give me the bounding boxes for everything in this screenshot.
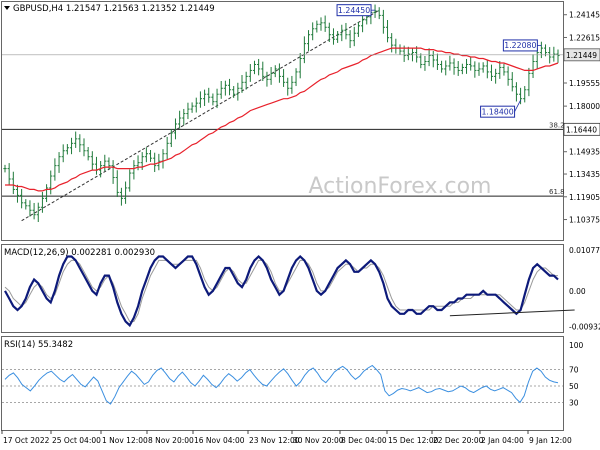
price-y-tick-label: 1.10375 bbox=[569, 216, 600, 225]
watermark: ActionForex.com bbox=[309, 174, 492, 199]
rsi-y-tick-label: 50 bbox=[569, 382, 579, 391]
fib-level-label: 38.2 bbox=[549, 121, 565, 129]
macd-panel: 0.010774 0.00 -0.009328 bbox=[4, 246, 600, 332]
price-annotation: 1.24450 bbox=[338, 6, 370, 15]
x-tick-label: 8 Nov 20:00 bbox=[148, 436, 194, 445]
macd-y-tick-label: 0.00 bbox=[569, 287, 586, 296]
symbol-header: GBPUSD,H4 1.21547 1.21563 1.21352 1.2144… bbox=[13, 4, 215, 14]
rsi-y-tick-label: 30 bbox=[569, 398, 579, 407]
x-tick-label: 1 Nov 12:00 bbox=[102, 436, 148, 445]
dropdown-triangle-icon[interactable] bbox=[4, 6, 10, 10]
price-y-tick-label: 1.22615 bbox=[569, 33, 600, 42]
rsi-y-tick-label: 70 bbox=[569, 366, 579, 375]
rsi-panel-frame bbox=[1, 336, 564, 431]
x-tick-label: 22 Dec 20:00 bbox=[433, 436, 484, 445]
fib-level-value: 1.16440 bbox=[566, 125, 597, 134]
price-annotation: 1.22080 bbox=[504, 41, 536, 50]
macd-signal-line bbox=[4, 259, 558, 322]
x-tick-label: 25 Oct 04:00 bbox=[52, 436, 101, 445]
price-y-tick-label: 1.18000 bbox=[569, 102, 600, 111]
current-price-label: 1.21449 bbox=[566, 51, 597, 60]
price-y-tick-label: 1.19555 bbox=[569, 79, 600, 88]
x-tick-label: 16 Nov 04:00 bbox=[194, 436, 245, 445]
x-tick-label: 8 Dec 04:00 bbox=[341, 436, 387, 445]
x-tick-label: 2 Jan 04:00 bbox=[481, 436, 524, 445]
price-y-tick-label: 1.11905 bbox=[569, 193, 600, 202]
x-axis: 17 Oct 2022 25 Oct 04:00 1 Nov 12:00 8 Nov … bbox=[1, 430, 572, 445]
rsi-y-tick-label: 100 bbox=[569, 341, 584, 350]
rsi-line bbox=[4, 364, 559, 405]
price-annotation: 1.18400 bbox=[481, 107, 513, 116]
forex-chart: ActionForex.com 1.24145 1.22615 1.19555 1.1… bbox=[1, 1, 600, 445]
price-y-tick-label: 1.13435 bbox=[569, 170, 600, 179]
price-panel-frame bbox=[1, 1, 564, 241]
price-panel: 1.24145 1.22615 1.19555 1.18000 1.16440 1.149… bbox=[2, 4, 600, 225]
x-tick-label: 15 Dec 12:00 bbox=[388, 436, 439, 445]
x-tick-label: 17 Oct 2022 bbox=[3, 436, 50, 445]
macd-title: MACD(12,26,9) 0.002281 0.002930 bbox=[4, 248, 155, 258]
rsi-panel: 100 70 30 50 bbox=[2, 341, 584, 407]
price-annotation-pointer bbox=[514, 99, 521, 112]
macd-y-tick-label: 0.010774 bbox=[569, 246, 600, 255]
price-y-tick-label: 1.14935 bbox=[569, 148, 600, 157]
x-tick-label: 9 Jan 12:00 bbox=[529, 436, 572, 445]
x-tick-label: 30 Nov 20:00 bbox=[293, 436, 344, 445]
fib-level-label: 61.8 bbox=[549, 188, 565, 196]
macd-y-tick-label: -0.009328 bbox=[569, 323, 600, 332]
rsi-title: RSI(14) 55.3482 bbox=[4, 340, 73, 350]
price-y-tick-label: 1.24145 bbox=[569, 11, 600, 20]
